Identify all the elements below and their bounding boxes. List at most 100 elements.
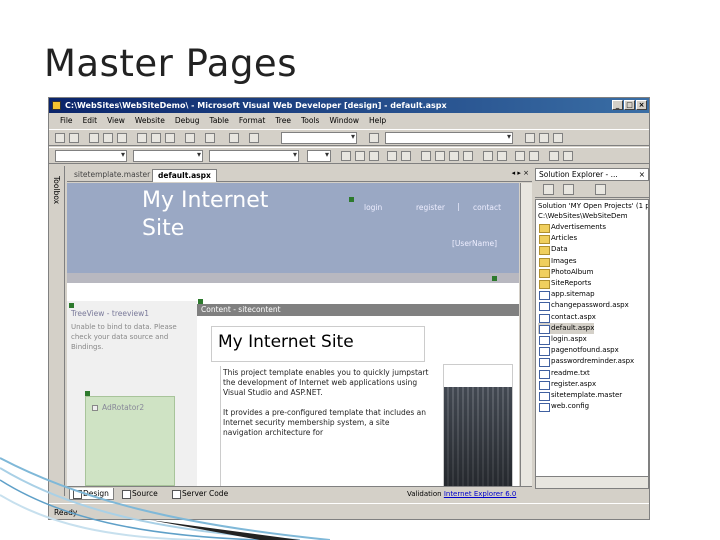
solution-file-item[interactable]: contact.aspx xyxy=(538,312,596,323)
menu-tree[interactable]: Tree xyxy=(270,114,296,127)
menu-view[interactable]: View xyxy=(102,114,130,127)
find-icon[interactable] xyxy=(369,133,379,143)
solution-folder-item[interactable]: Images xyxy=(538,256,577,267)
treeview-label[interactable]: TreeView - treeview1 xyxy=(71,309,149,318)
layer-icon[interactable] xyxy=(563,151,573,161)
open-icon[interactable] xyxy=(89,133,99,143)
validation-target[interactable]: Validation Internet Explorer 6.0 xyxy=(407,488,516,500)
style-combo[interactable] xyxy=(307,150,331,162)
menu-format[interactable]: Format xyxy=(234,114,270,127)
solution-folder-item[interactable]: Articles xyxy=(538,233,577,245)
copy-website-icon[interactable] xyxy=(595,184,606,195)
app-icon xyxy=(52,101,61,110)
justify-icon[interactable] xyxy=(463,151,473,161)
start-debug-icon[interactable] xyxy=(249,133,259,143)
undo-icon[interactable] xyxy=(185,133,195,143)
menu-table[interactable]: Table xyxy=(204,114,233,127)
solution-folder-item[interactable]: PhotoAlbum xyxy=(538,267,593,278)
treeview-message: Unable to bind to data. Please check you… xyxy=(71,323,177,351)
maximize-button[interactable]: □ xyxy=(624,100,635,110)
menu-edit[interactable]: Edit xyxy=(78,114,103,127)
solution-root[interactable]: Solution 'MY Open Projects' (1 pr xyxy=(538,201,648,211)
menu-file[interactable]: File xyxy=(55,114,78,127)
align-left-icon[interactable] xyxy=(421,151,431,161)
solution-file-item[interactable]: passwordreminder.aspx xyxy=(538,356,634,368)
tab-nav-controls[interactable]: ◂ ▸ × xyxy=(512,169,529,177)
validation-browser-link[interactable]: Internet Explorer 6.0 xyxy=(444,490,517,498)
login-link[interactable]: login xyxy=(364,203,382,212)
toolbox-toggle-icon[interactable] xyxy=(539,133,549,143)
indent-icon[interactable] xyxy=(529,151,539,161)
config-combo[interactable] xyxy=(281,132,357,144)
solution-folder-item[interactable]: Advertisements xyxy=(538,222,606,233)
toolbox-label[interactable]: Toolbox xyxy=(52,176,61,204)
align-center-icon[interactable] xyxy=(435,151,445,161)
block-format-combo[interactable] xyxy=(55,150,127,162)
navigate-icon[interactable] xyxy=(229,133,239,143)
minimize-button[interactable]: _ xyxy=(612,100,623,110)
underline-icon[interactable] xyxy=(369,151,379,161)
align-right-icon[interactable] xyxy=(449,151,459,161)
backcolor-icon[interactable] xyxy=(401,151,411,161)
cut-icon[interactable] xyxy=(137,133,147,143)
solution-file-item[interactable]: app.sitemap xyxy=(538,289,595,301)
close-icon[interactable]: × xyxy=(639,169,645,180)
numbered-list-icon[interactable] xyxy=(483,151,493,161)
position-icon[interactable] xyxy=(549,151,559,161)
new-icon[interactable] xyxy=(55,133,65,143)
font-size-combo[interactable] xyxy=(209,150,299,162)
save-all-icon[interactable] xyxy=(117,133,127,143)
tab-default-aspx[interactable]: default.aspx xyxy=(152,169,217,182)
register-link[interactable]: register xyxy=(416,203,445,212)
document-tabs: sitetemplate.master default.aspx ◂ ▸ × xyxy=(67,168,532,182)
copy-icon[interactable] xyxy=(151,133,161,143)
italic-icon[interactable] xyxy=(355,151,365,161)
contact-link[interactable]: contact xyxy=(473,203,501,212)
solution-file-item[interactable]: default.aspx xyxy=(538,322,595,334)
save-icon[interactable] xyxy=(103,133,113,143)
solution-tree[interactable]: Solution 'MY Open Projects' (1 pr C:\Web… xyxy=(535,199,649,489)
control-marker xyxy=(349,197,354,202)
options-icon[interactable] xyxy=(553,133,563,143)
window-titlebar[interactable]: C:\WebSites\WebSiteDemo\ - Microsoft Vis… xyxy=(49,98,649,113)
slide-decoration xyxy=(0,457,330,540)
close-button[interactable]: × xyxy=(636,100,647,110)
bold-icon[interactable] xyxy=(341,151,351,161)
solution-file-item[interactable]: login.aspx xyxy=(538,334,587,345)
site-header: My Internet Site login register | contac… xyxy=(67,183,519,273)
menu-debug[interactable]: Debug xyxy=(170,114,205,127)
paste-icon[interactable] xyxy=(165,133,175,143)
properties-icon[interactable] xyxy=(525,133,535,143)
solution-file-item[interactable]: sitetemplate.master xyxy=(538,390,622,401)
forecolor-icon[interactable] xyxy=(387,151,397,161)
solution-horizontal-scrollbar[interactable] xyxy=(536,476,648,488)
editor-vertical-scrollbar[interactable] xyxy=(520,183,532,486)
find-combo[interactable] xyxy=(385,132,513,144)
menu-window[interactable]: Window xyxy=(324,114,364,127)
menu-website[interactable]: Website xyxy=(130,114,170,127)
solution-folder-item[interactable]: Data xyxy=(538,244,568,256)
add-item-icon[interactable] xyxy=(69,133,79,143)
solution-explorer-title[interactable]: Solution Explorer - ... × xyxy=(535,168,649,181)
bullet-list-icon[interactable] xyxy=(497,151,507,161)
refresh-icon[interactable] xyxy=(563,184,574,195)
solution-file-item[interactable]: web.config xyxy=(538,401,589,413)
solution-file-item[interactable]: pagenotfound.aspx xyxy=(538,345,619,357)
font-name-combo[interactable] xyxy=(133,150,203,162)
solution-file-item[interactable]: register.aspx xyxy=(538,379,596,390)
solution-file-item[interactable]: changepassword.aspx xyxy=(538,300,629,312)
menu-help[interactable]: Help xyxy=(364,114,391,127)
content-title: My Internet Site xyxy=(218,332,354,352)
outdent-icon[interactable] xyxy=(515,151,525,161)
solution-folder-item[interactable]: SiteReports xyxy=(538,278,591,289)
tab-sitetemplate-master[interactable]: sitetemplate.master xyxy=(69,169,155,182)
solution-explorer: Solution Explorer - ... × Solution 'MY O… xyxy=(535,168,649,500)
standard-toolbar xyxy=(49,129,649,146)
content-placeholder-header[interactable]: Content - sitecontent xyxy=(197,304,519,316)
content-paragraph: It provides a pre-configured template th… xyxy=(223,408,427,437)
menu-tools[interactable]: Tools xyxy=(296,114,324,127)
project-root[interactable]: C:\WebSites\WebSiteDem xyxy=(538,211,628,221)
redo-icon[interactable] xyxy=(205,133,215,143)
properties-icon[interactable] xyxy=(543,184,554,195)
solution-file-item[interactable]: readme.txt xyxy=(538,368,590,379)
